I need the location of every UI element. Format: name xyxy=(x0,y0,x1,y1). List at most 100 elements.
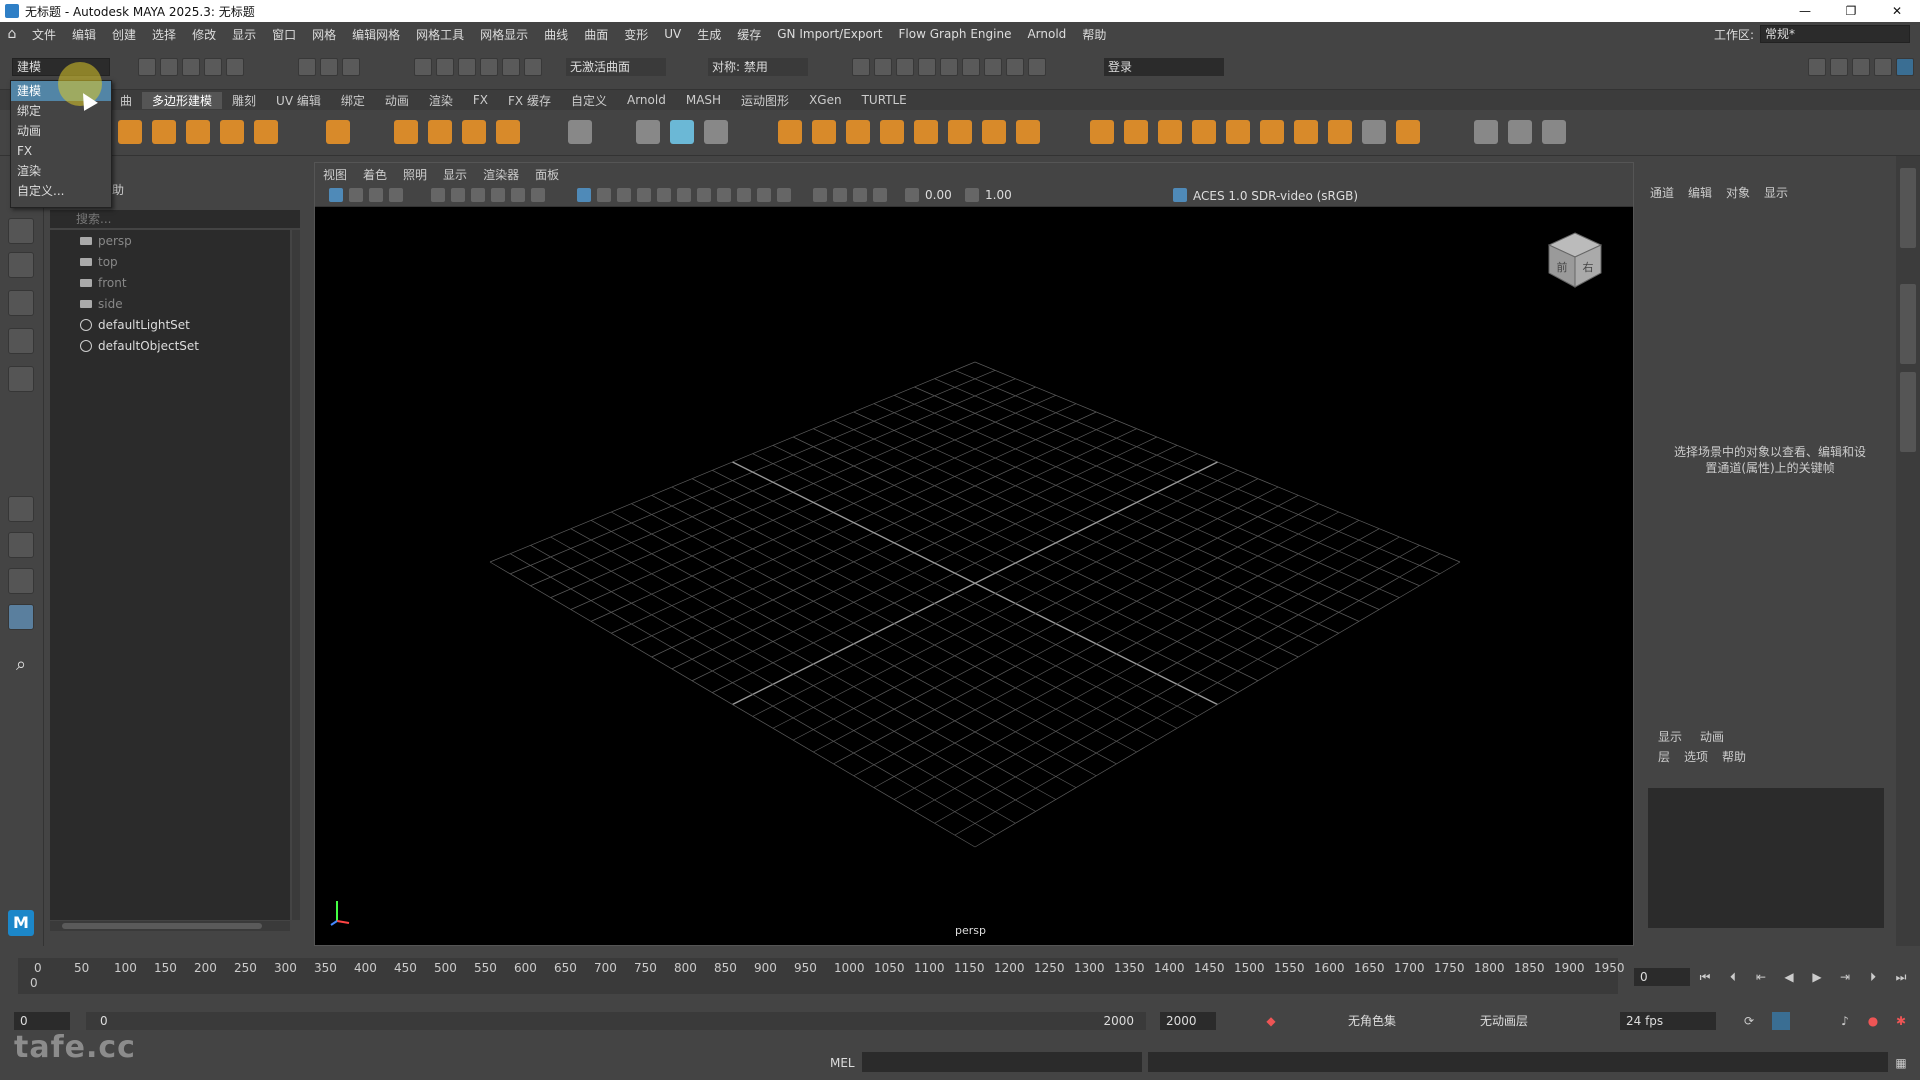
shelf-tab-curves[interactable]: 曲 xyxy=(110,92,142,109)
loop-icon[interactable]: ⟳ xyxy=(1740,1012,1758,1030)
menu-mesh-display[interactable]: 网格显示 xyxy=(472,26,536,43)
menu-mesh[interactable]: 网格 xyxy=(304,26,344,43)
separate-icon[interactable] xyxy=(670,120,694,144)
viewport-menu-shading[interactable]: 着色 xyxy=(363,166,387,183)
menu-gn-import-export[interactable]: GN Import/Export xyxy=(769,27,890,41)
shelf-tab-poly-modeling[interactable]: 多边形建模 xyxy=(142,91,223,109)
sound-icon[interactable]: ♪ xyxy=(1836,1012,1854,1030)
shelf-tab-custom[interactable]: 自定义 xyxy=(561,92,617,109)
viewport-menu-panels[interactable]: 面板 xyxy=(535,166,559,183)
wireframe-icon[interactable] xyxy=(597,188,611,202)
extrude-icon[interactable] xyxy=(1090,120,1114,144)
animation-end-field[interactable]: 2000 xyxy=(1160,1012,1216,1030)
mirror-icon[interactable] xyxy=(880,120,904,144)
select-by-component-icon[interactable] xyxy=(342,58,360,76)
lasso-tool-icon[interactable] xyxy=(8,252,34,278)
xray-icon[interactable] xyxy=(833,188,847,202)
menu-uv[interactable]: UV xyxy=(656,27,689,41)
channel-box-menu-show[interactable]: 显示 xyxy=(1764,184,1788,201)
multi-cut-icon[interactable] xyxy=(1260,120,1284,144)
field-chart-icon[interactable] xyxy=(491,188,505,202)
menu-help[interactable]: 帮助 xyxy=(1074,26,1114,43)
render-view-icon[interactable] xyxy=(874,58,892,76)
home-icon[interactable]: ⌂ xyxy=(0,26,24,42)
target-weld-icon[interactable] xyxy=(1328,120,1352,144)
menu-set-fx[interactable]: FX xyxy=(11,141,111,161)
step-forward-frame-icon[interactable]: ⏵ xyxy=(1864,968,1882,986)
save-scene-icon[interactable] xyxy=(182,58,200,76)
viewport-menu-show[interactable]: 显示 xyxy=(443,166,467,183)
select-by-hierarchy-icon[interactable] xyxy=(298,58,316,76)
animation-prefs-icon[interactable]: ✱ xyxy=(1892,1012,1910,1030)
modeling-toolkit-icon[interactable] xyxy=(1808,58,1826,76)
single-perspective-view-icon[interactable] xyxy=(8,496,34,522)
shadows-icon[interactable] xyxy=(697,188,711,202)
hypershade-icon[interactable] xyxy=(940,58,958,76)
menu-arnold[interactable]: Arnold xyxy=(1019,27,1074,41)
retopologize-icon[interactable] xyxy=(1016,120,1040,144)
render-frame-icon[interactable] xyxy=(852,58,870,76)
human-ik-icon[interactable] xyxy=(1830,58,1848,76)
shelf-tab-fx[interactable]: FX xyxy=(463,93,498,107)
wedge-icon[interactable] xyxy=(1396,120,1420,144)
login-dropdown[interactable]: 登录 xyxy=(1104,58,1224,76)
anim-layer-dropdown[interactable]: 无动画层 xyxy=(1480,1012,1528,1030)
command-input[interactable] xyxy=(862,1052,1142,1072)
viewport-panel[interactable]: 视图 着色 照明 显示 渲染器 面板 0.00 1.00 ACES 1.0 SD… xyxy=(314,162,1634,946)
exposure-value[interactable]: 0.00 xyxy=(925,188,952,202)
offset-edge-loop-icon[interactable] xyxy=(1542,120,1566,144)
combine-icon[interactable] xyxy=(636,120,660,144)
tool-settings-icon[interactable] xyxy=(1874,58,1892,76)
smooth-shade-icon[interactable] xyxy=(617,188,631,202)
fps-dropdown[interactable]: 24 fps xyxy=(1620,1012,1716,1030)
restore-button[interactable]: ❐ xyxy=(1828,0,1874,22)
redo-icon[interactable] xyxy=(226,58,244,76)
sweep-mesh-icon[interactable] xyxy=(428,120,452,144)
depth-of-field-icon[interactable] xyxy=(777,188,791,202)
channel-box-icon[interactable] xyxy=(1896,58,1914,76)
shelf-tab-xgen[interactable]: XGen xyxy=(799,93,852,107)
menu-cache[interactable]: 缓存 xyxy=(729,26,769,43)
persp-outliner-layout-icon[interactable] xyxy=(8,568,34,594)
menu-surfaces[interactable]: 曲面 xyxy=(576,26,616,43)
smooth-icon[interactable] xyxy=(704,120,728,144)
render-settings-arnold-icon[interactable] xyxy=(1006,58,1024,76)
camera-attributes-icon[interactable] xyxy=(349,188,363,202)
live-surface-field[interactable]: 无激活曲面 xyxy=(566,58,666,76)
menu-flow-graph-engine[interactable]: Flow Graph Engine xyxy=(891,27,1020,41)
menu-select[interactable]: 选择 xyxy=(144,26,184,43)
resolution-gate-icon[interactable] xyxy=(451,188,465,202)
remesh-icon[interactable] xyxy=(982,120,1006,144)
select-tool-icon[interactable] xyxy=(8,218,34,244)
cache-playback-icon[interactable] xyxy=(1772,1012,1790,1030)
shelf-tab-rigging[interactable]: 绑定 xyxy=(331,92,375,109)
rotate-tool-icon[interactable] xyxy=(8,328,34,354)
menu-mesh-tools[interactable]: 网格工具 xyxy=(408,26,472,43)
snap-grid-icon[interactable] xyxy=(414,58,432,76)
platonic-solid-icon[interactable] xyxy=(326,120,350,144)
auto-key-toggle-icon[interactable]: ● xyxy=(1864,1012,1882,1030)
menu-edit[interactable]: 编辑 xyxy=(64,26,104,43)
menu-set-rendering[interactable]: 渲染 xyxy=(11,161,111,181)
shelf-tab-motion-graphics[interactable]: 运动图形 xyxy=(731,92,799,109)
shelf-tab-mash[interactable]: MASH xyxy=(676,93,731,107)
menu-create[interactable]: 创建 xyxy=(104,26,144,43)
menu-deform[interactable]: 变形 xyxy=(616,26,656,43)
layer-menu-options[interactable]: 选项 xyxy=(1684,748,1708,765)
menu-file[interactable]: 文件 xyxy=(24,26,64,43)
render-settings-icon[interactable] xyxy=(918,58,936,76)
channel-box-menu-channels[interactable]: 通道 xyxy=(1650,184,1674,201)
shelf-tab-uv-editing[interactable]: UV 编辑 xyxy=(266,92,331,109)
outliner-layout-icon[interactable] xyxy=(8,604,34,630)
xray-components-icon[interactable] xyxy=(873,188,887,202)
menu-curves[interactable]: 曲线 xyxy=(536,26,576,43)
view-transform-dropdown[interactable]: ACES 1.0 SDR-video (sRGB) xyxy=(1193,187,1413,205)
screen-space-ao-icon[interactable] xyxy=(717,188,731,202)
xray-joints-icon[interactable] xyxy=(853,188,867,202)
boolean-intersection-icon[interactable] xyxy=(846,120,870,144)
edit-edge-flow-icon[interactable] xyxy=(1474,120,1498,144)
layer-menu-layers[interactable]: 层 xyxy=(1658,748,1670,765)
four-view-layout-icon[interactable] xyxy=(8,532,34,558)
play-backwards-icon[interactable]: ◀ xyxy=(1780,968,1798,986)
gamma-icon[interactable] xyxy=(965,188,979,202)
